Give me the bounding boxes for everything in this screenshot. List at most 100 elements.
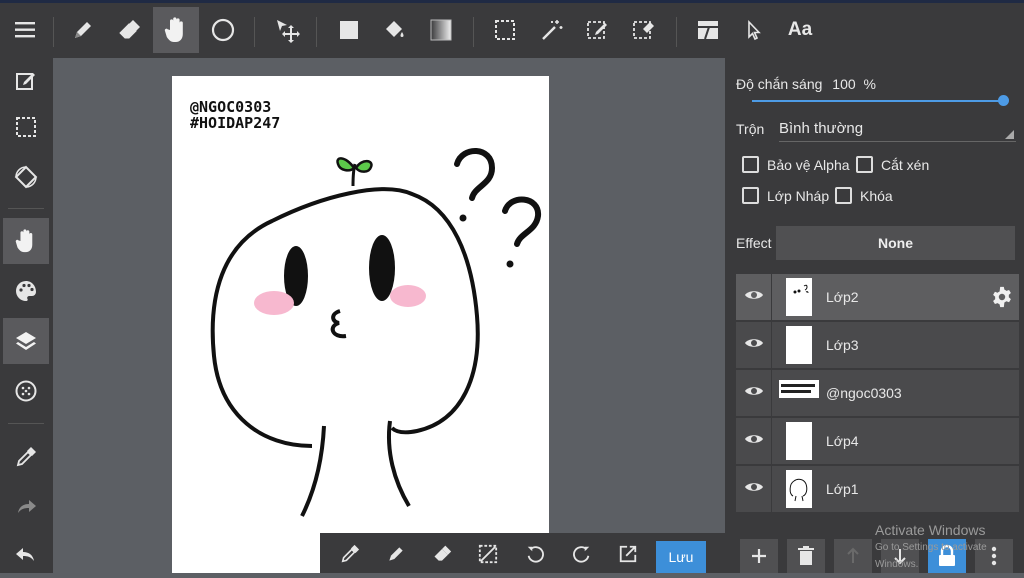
toolbar-divider	[53, 17, 54, 47]
delete-layer-icon[interactable]	[787, 539, 825, 573]
magic-wand-icon[interactable]	[529, 7, 575, 53]
top-toolbar: Aa	[0, 0, 1024, 58]
layer-properties-panel: Độ chắn sáng 100 % Trộn Bình thường Bảo …	[725, 58, 1024, 573]
alpha-protect-label: Bảo vệ Alpha	[767, 156, 850, 173]
layer-name: Lớp3	[826, 337, 859, 353]
layer-name: Lớp1	[826, 481, 859, 497]
opacity-slider-thumb[interactable]	[998, 95, 1009, 106]
ellipse-tool-icon[interactable]	[200, 7, 246, 53]
hand-tool-icon[interactable]	[153, 7, 199, 53]
activate-windows-watermark: Activate Windows Go to Settings to activ…	[875, 522, 1024, 573]
visibility-eye-icon[interactable]	[744, 480, 764, 494]
blend-mode-select[interactable]: Bình thường	[779, 118, 1016, 142]
layer-divider	[771, 466, 772, 513]
layer-thumbnail	[786, 278, 812, 316]
visibility-eye-icon[interactable]	[744, 432, 764, 446]
move-tool-icon[interactable]	[264, 7, 310, 53]
bucket-fill-icon[interactable]	[372, 7, 418, 53]
layer-divider	[771, 370, 772, 417]
pen-icon[interactable]	[378, 537, 414, 571]
menu-icon[interactable]	[3, 7, 49, 53]
layer-thumbnail	[779, 380, 819, 398]
toolbar-divider	[316, 17, 317, 47]
left-sidebar	[0, 58, 53, 573]
sidebar-divider	[8, 208, 44, 209]
export-icon[interactable]	[610, 537, 646, 571]
canvas-area[interactable]: @NGOC0303 #HOIDAP247	[53, 58, 725, 573]
layer-item[interactable]: Lớp3	[736, 322, 1019, 369]
checkbox-box[interactable]	[742, 187, 759, 204]
eyedropper-icon[interactable]	[3, 434, 49, 480]
move-layer-up-icon[interactable]	[834, 539, 872, 573]
layer-divider	[771, 418, 772, 465]
watermark-subtitle: Go to Settings to activate Windows.	[875, 542, 987, 570]
add-layer-icon[interactable]	[740, 539, 778, 573]
color-palette-icon[interactable]	[3, 268, 49, 314]
rotate-left-icon[interactable]	[517, 537, 553, 571]
rotate-canvas-icon[interactable]	[3, 154, 49, 200]
layer-divider	[771, 274, 772, 321]
layer-name: Lớp2	[826, 289, 859, 305]
gradient-tool-icon[interactable]	[418, 7, 464, 53]
selection-icon[interactable]	[3, 104, 49, 150]
opacity-slider[interactable]	[752, 100, 1003, 102]
checkbox-box[interactable]	[835, 187, 852, 204]
toolbar-divider	[676, 17, 677, 47]
rotate-right-icon[interactable]	[564, 537, 600, 571]
selection-eraser-icon[interactable]	[621, 7, 667, 53]
opacity-row: Độ chắn sáng 100 %	[736, 76, 876, 92]
visibility-eye-icon[interactable]	[744, 288, 764, 302]
undo-icon[interactable]	[3, 532, 49, 578]
layer-thumbnail	[786, 326, 812, 364]
effect-label: Effect	[736, 235, 772, 251]
draft-layer-label: Lớp Nháp	[767, 187, 830, 204]
frame-divider-icon[interactable]	[685, 7, 731, 53]
watermark-title: Activate Windows	[875, 522, 986, 538]
lock-checkbox[interactable]: Khóa	[835, 187, 893, 204]
text-tool-icon[interactable]: Aa	[777, 7, 823, 53]
deselect-icon[interactable]	[470, 537, 506, 571]
layer-settings-gear-icon[interactable]	[991, 286, 1013, 308]
clipping-checkbox[interactable]: Cắt xén	[856, 156, 929, 173]
layer-name: @ngoc0303	[826, 385, 902, 401]
drawing-paper[interactable]: @NGOC0303 #HOIDAP247	[172, 76, 549, 573]
opacity-value: 100	[832, 76, 856, 92]
opacity-label: Độ chắn sáng	[736, 76, 823, 92]
hand-icon[interactable]	[3, 218, 49, 264]
character-drawing: @NGOC0303 #HOIDAP247	[190, 98, 541, 517]
visibility-eye-icon[interactable]	[744, 384, 764, 398]
eraser-tool-icon[interactable]	[106, 7, 152, 53]
fill-rectangle-icon[interactable]	[326, 7, 372, 53]
layer-item[interactable]: Lớp4	[736, 418, 1019, 465]
layer-thumbnail	[786, 422, 812, 460]
opacity-unit: %	[863, 76, 876, 92]
material-icon[interactable]	[3, 368, 49, 414]
layers-icon[interactable]	[3, 318, 49, 364]
layer-name: Lớp4	[826, 433, 859, 449]
effect-button[interactable]: None	[776, 226, 1015, 260]
redo-icon[interactable]	[3, 484, 49, 530]
visibility-eye-icon[interactable]	[744, 336, 764, 350]
sidebar-divider	[8, 423, 44, 424]
checkbox-box[interactable]	[742, 156, 759, 173]
toolbar-divider	[473, 17, 474, 47]
toolbar-divider	[254, 17, 255, 47]
selection-pen-icon[interactable]	[575, 7, 621, 53]
eyedropper-icon[interactable]	[332, 537, 368, 571]
edit-canvas-icon[interactable]	[3, 58, 49, 104]
alpha-protect-checkbox[interactable]: Bảo vệ Alpha	[742, 156, 850, 173]
draft-layer-checkbox[interactable]: Lớp Nháp	[742, 187, 829, 204]
eraser-icon[interactable]	[424, 537, 460, 571]
save-button[interactable]: Lưu	[656, 541, 706, 573]
checkbox-box[interactable]	[856, 156, 873, 173]
selection-marquee-icon[interactable]	[482, 7, 528, 53]
layer-item[interactable]: Lớp1	[736, 466, 1019, 513]
layer-item[interactable]: @ngoc0303	[736, 370, 1019, 417]
canvas-bottom-toolbar: Lưu	[320, 533, 725, 573]
layer-item[interactable]: Lớp2	[736, 274, 1019, 321]
layer-list: Lớp2 Lớp3 @ngoc0303 Lớp4 Lớp1	[736, 274, 1019, 527]
blend-mode-label: Trộn	[736, 121, 765, 137]
cursor-select-icon[interactable]	[731, 7, 777, 53]
lock-label: Khóa	[860, 187, 893, 204]
pen-tool-icon[interactable]	[60, 7, 106, 53]
